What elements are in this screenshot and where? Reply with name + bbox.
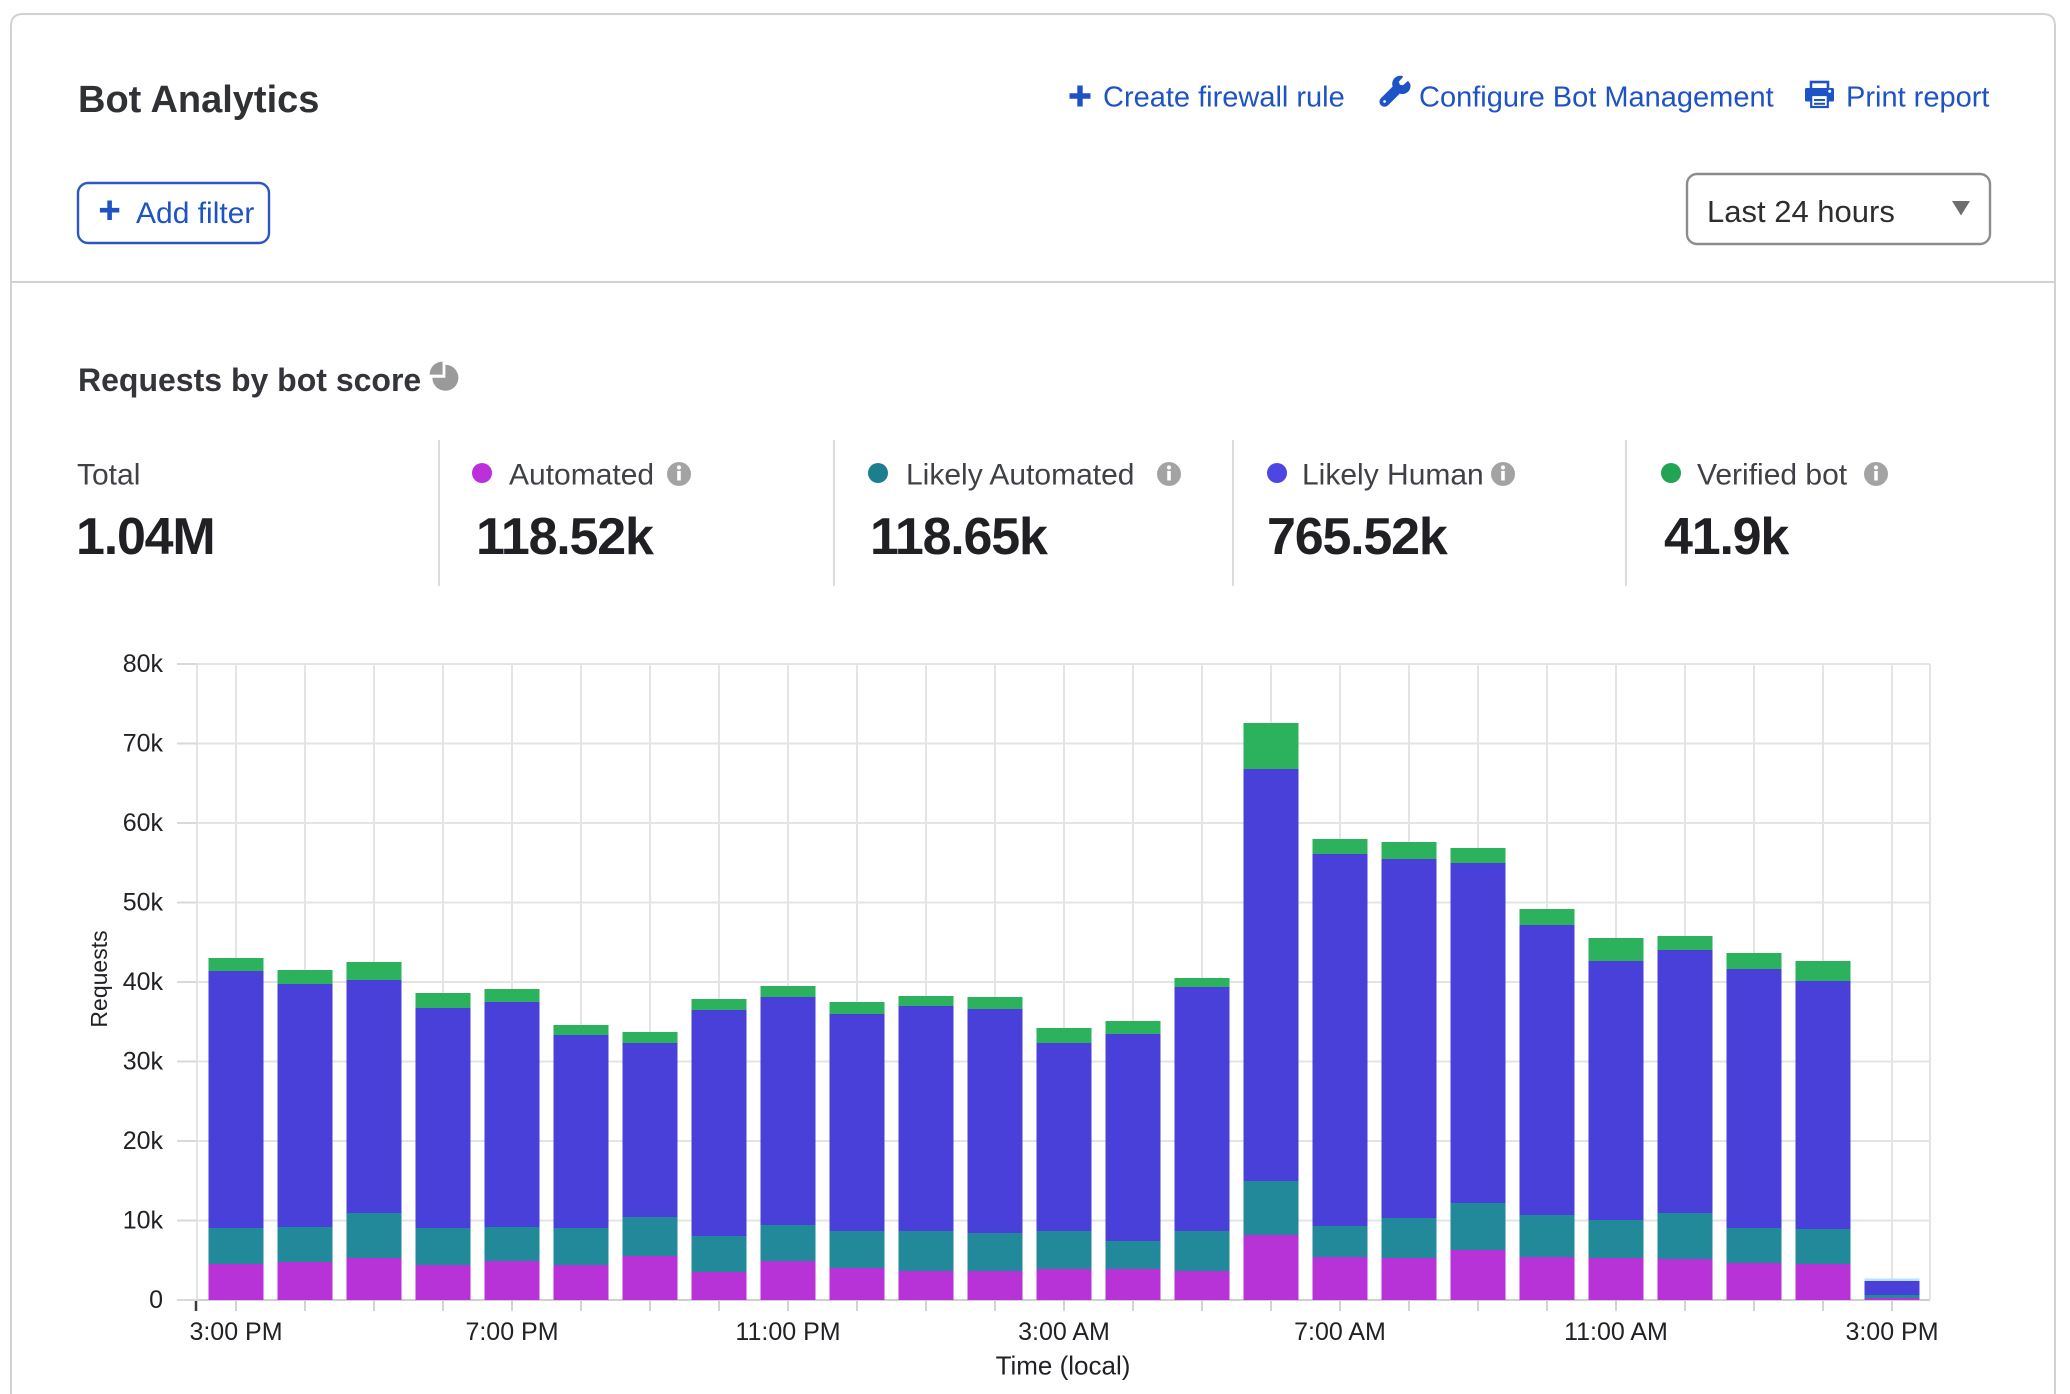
svg-text:Add filter: Add filter [136,197,254,230]
svg-text:Automated: Automated [509,459,654,492]
svg-text:118.52k: 118.52k [476,508,654,566]
svg-text:Configure Bot Management: Configure Bot Management [1419,82,1774,114]
svg-text:11:00 AM: 11:00 AM [1564,1318,1668,1346]
svg-text:40k: 40k [123,968,164,996]
svg-text:Last 24 hours: Last 24 hours [1707,194,1895,229]
svg-text:Bot Analytics: Bot Analytics [78,79,319,121]
svg-text:41.9k: 41.9k [1664,508,1789,566]
svg-text:10k: 10k [123,1207,164,1235]
svg-text:118.65k: 118.65k [870,508,1048,566]
svg-text:Likely Automated: Likely Automated [906,459,1134,492]
svg-text:3:00 PM: 3:00 PM [189,1318,282,1346]
svg-text:3:00 AM: 3:00 AM [1018,1318,1110,1346]
svg-text:11:00 PM: 11:00 PM [735,1318,840,1346]
svg-text:1.04M: 1.04M [76,508,215,566]
svg-text:Likely Human: Likely Human [1302,459,1484,492]
svg-text:30k: 30k [123,1048,164,1076]
svg-text:765.52k: 765.52k [1267,508,1448,566]
svg-text:Total: Total [77,459,140,492]
svg-text:50k: 50k [123,889,164,917]
svg-text:Verified bot: Verified bot [1697,459,1848,492]
svg-text:7:00 AM: 7:00 AM [1294,1318,1386,1346]
svg-text:20k: 20k [123,1127,164,1155]
svg-text:Requests: Requests [86,930,112,1027]
svg-text:Print report: Print report [1846,82,1989,114]
svg-text:Requests by bot score: Requests by bot score [78,362,421,398]
svg-text:0: 0 [149,1286,163,1314]
svg-text:7:00 PM: 7:00 PM [465,1318,558,1346]
svg-text:80k: 80k [123,650,164,678]
svg-text:70k: 70k [123,730,164,758]
svg-text:3:00 PM: 3:00 PM [1845,1318,1938,1346]
svg-text:Create firewall rule: Create firewall rule [1103,82,1345,114]
svg-text:60k: 60k [123,809,164,837]
svg-text:Time (local): Time (local) [996,1351,1131,1381]
